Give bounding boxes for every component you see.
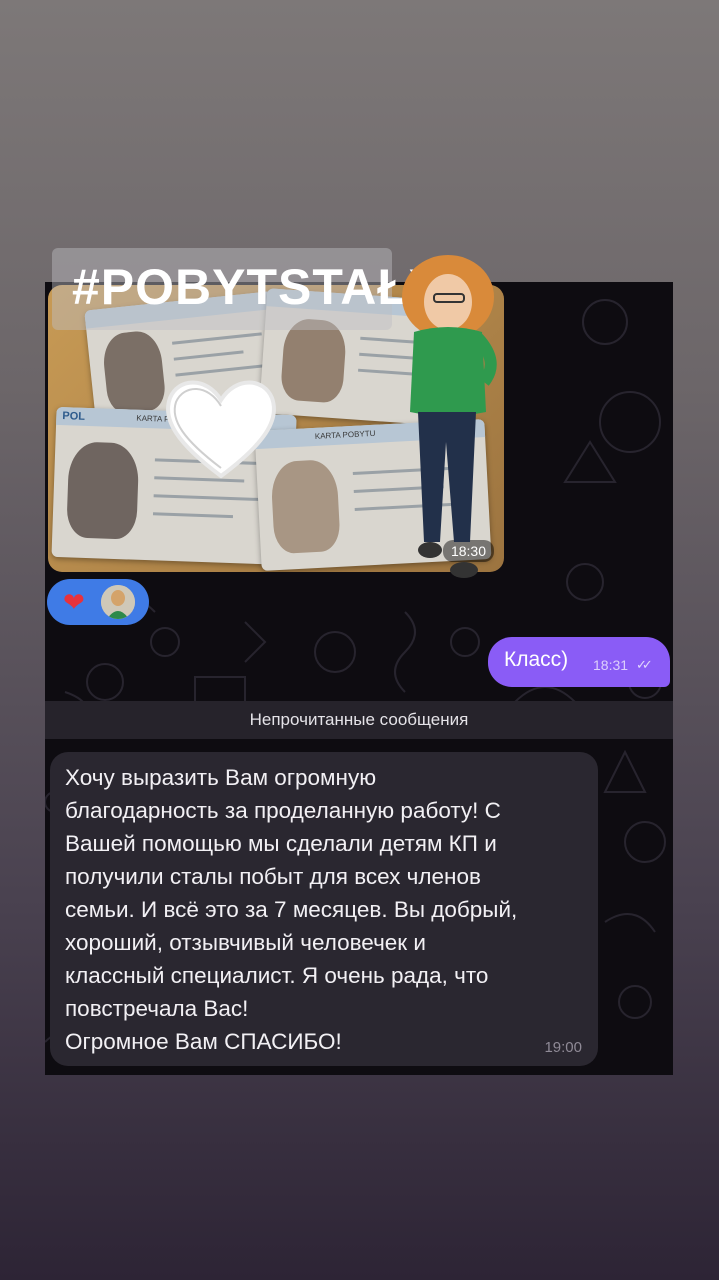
- girl-sticker-icon[interactable]: [388, 252, 506, 584]
- outgoing-message-time: 18:31: [593, 657, 629, 673]
- incoming-message-bubble[interactable]: Хочу выразить Вам огромную благодарность…: [50, 752, 598, 1066]
- heart-sticker-icon[interactable]: [158, 372, 284, 486]
- story-frame: POL KARTA POBYTU KARTA POBYTU 18:30 #POB…: [0, 0, 719, 1280]
- unread-messages-divider: Непрочитанные сообщения: [45, 701, 673, 739]
- outgoing-message-text: Класс): [504, 648, 569, 671]
- heart-reaction-icon: ❤: [63, 587, 85, 617]
- double-check-icon: ✓✓: [636, 657, 653, 672]
- reaction-pill[interactable]: ❤: [47, 579, 149, 625]
- outgoing-message-bubble[interactable]: Класс) 18:31 ✓✓: [488, 637, 670, 687]
- incoming-message-time: 19:00: [544, 1039, 582, 1056]
- card-label: POL: [62, 410, 86, 423]
- incoming-message-text: Хочу выразить Вам огромную благодарность…: [65, 765, 518, 1054]
- reaction-avatar: [101, 585, 135, 619]
